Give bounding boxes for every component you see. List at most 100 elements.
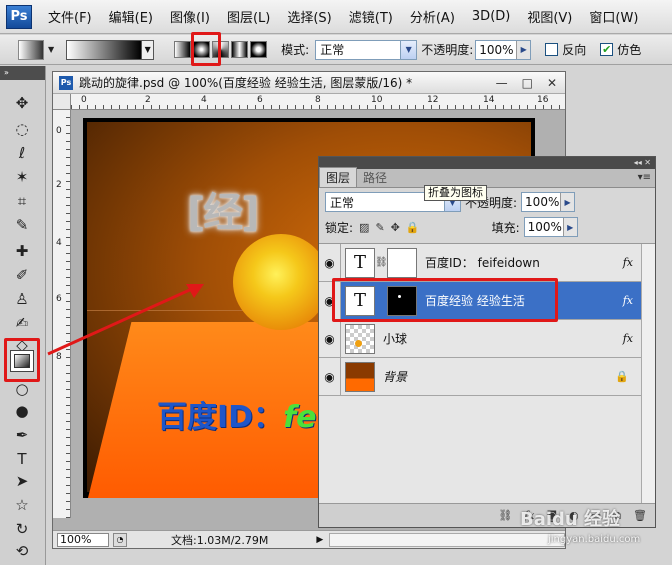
mode-select[interactable]: 正常 ▼ [315,39,418,60]
lock-all-icon[interactable]: 🔒 [406,221,420,234]
visibility-eye-icon[interactable]: ◉ [319,243,341,282]
pen-tool-icon[interactable]: ✒ [10,424,34,446]
angle-gradient-button[interactable] [212,41,230,58]
linear-gradient-button[interactable] [174,41,192,58]
menu-analysis[interactable]: 分析(A) [410,7,455,26]
zoom-input[interactable]: 100% [57,532,109,547]
dodge-tool-icon[interactable]: ● [10,400,34,422]
ruler-left-label: 0 [56,126,62,136]
layer-fx-icon[interactable]: fx [623,256,633,269]
menu-edit[interactable]: 编辑(E) [109,7,153,26]
lasso-tool-icon[interactable]: ℓ [10,142,34,164]
toolbox-collapse-icon[interactable]: » [0,66,45,80]
layer-row[interactable]: ◉ T ⛓ 百度ID： feifeidown fx ▼ [319,243,651,282]
mode-dropdown-icon[interactable]: ▼ [400,40,417,59]
trash-icon[interactable]: 🗑 [633,509,647,522]
document-ps-icon: Ps [59,75,73,90]
gradient-tool-icon[interactable] [10,350,34,372]
fill-input[interactable]: 100% ▶ [523,217,578,237]
menu-select[interactable]: 选择(S) [287,7,331,26]
menu-layer[interactable]: 图层(L) [227,7,270,26]
radial-gradient-button[interactable] [193,41,211,58]
horizontal-scrollbar[interactable] [329,532,565,547]
reflected-gradient-button[interactable] [231,41,249,58]
visibility-eye-icon[interactable]: ◉ [319,319,341,358]
clone-stamp-tool-icon[interactable]: ♙ [10,288,34,310]
menu-3d[interactable]: 3D(D) [472,9,510,24]
status-info-icon[interactable]: ◔ [113,532,127,547]
ruler-top-label: 0 [81,95,87,105]
chain-link-icon[interactable]: ⛓ [375,257,388,268]
lock-image-icon[interactable]: ✎ [375,221,384,234]
reverse-checkbox[interactable] [545,43,559,56]
3d-orbit-tool-icon[interactable]: ⟲ [10,540,34,562]
visibility-eye-icon[interactable]: ◉ [319,357,341,396]
close-icon[interactable]: ✕ [547,76,557,90]
layer-fx-icon[interactable]: fx [623,332,633,345]
layers-vertical-scrollbar[interactable] [641,244,655,506]
maximize-icon[interactable]: □ [522,76,533,90]
menu-view[interactable]: 视图(V) [527,7,572,26]
history-brush-tool-icon[interactable]: ✍ [10,312,34,334]
ruler-left-label: 2 [56,180,62,190]
tool-preset-arrow-icon[interactable]: ▼ [48,45,54,54]
menu-filter[interactable]: 滤镜(T) [349,7,393,26]
move-tool-icon[interactable]: ✥ [10,92,34,114]
layer-mask-thumb[interactable] [387,247,417,278]
link-icon[interactable]: ⛓ [498,509,512,522]
text-layer-thumb: T [345,247,375,278]
mode-label: 模式: [281,43,310,57]
ruler-left-label: 8 [56,352,62,362]
dither-checkbox[interactable]: ✔ [600,43,614,56]
layers-panel: ◂◂ ✕ 图层 路径 ▾≡ 折叠为图标 正常 ▼ 不透明度: 100% ▶ 锁定… [318,156,656,528]
layer-name: 百度ID： feifeidown [425,256,540,270]
dither-label: 仿色 [617,43,642,57]
gradient-picker-dropdown-icon[interactable]: ▼ [142,39,155,60]
photoshop-logo[interactable]: Ps [6,4,32,29]
menu-file[interactable]: 文件(F) [48,7,92,26]
status-menu-arrow-icon[interactable]: ▶ [316,535,323,545]
lock-transparent-icon[interactable]: ▨ [359,221,369,234]
magic-wand-tool-icon[interactable]: ✶ [10,166,34,188]
3d-rotate-tool-icon[interactable]: ↻ [10,518,34,540]
document-title-bar[interactable]: Ps 跳动的旋律.psd @ 100%(百度经验 经验生活, 图层蒙版/16) … [53,72,565,94]
eyedropper-tool-icon[interactable]: ✎ [10,214,34,236]
layer-mask-thumb[interactable] [387,285,417,316]
layer-row-selected[interactable]: ◉ T 百度经验 经验生活 fx ▼ [319,281,651,320]
panel-menu-icon[interactable]: ▾≡ [638,172,651,183]
path-selection-tool-icon[interactable]: ➤ [10,470,34,492]
layer-opacity-input[interactable]: 100% ▶ [521,192,576,212]
diamond-gradient-button[interactable] [250,41,268,58]
ruler-top[interactable]: 0 2 4 6 8 10 12 14 16 [71,94,565,110]
minimize-icon[interactable]: — [496,76,508,90]
tool-preset-picker[interactable] [18,39,44,60]
layer-row[interactable]: ◉ 小球 fx ▼ [319,319,651,358]
fill-arrow-icon[interactable]: ▶ [562,218,577,236]
gradient-picker[interactable] [66,39,143,60]
type-tool-icon[interactable]: T [10,448,34,470]
menu-image[interactable]: 图像(I) [170,7,210,26]
layer-fx-icon[interactable]: fx [623,294,633,307]
layer-opacity-arrow-icon[interactable]: ▶ [560,193,575,211]
opacity-input[interactable]: 100% ▶ [475,39,532,60]
tab-paths[interactable]: 路径 [357,168,393,187]
menu-window[interactable]: 窗口(W) [589,7,638,26]
custom-shape-tool-icon[interactable]: ☆ [10,494,34,516]
layer-name: 百度经验 经验生活 [425,294,525,308]
lock-position-icon[interactable]: ✥ [391,221,400,234]
text-layer-thumb: T [345,285,375,316]
tab-layers[interactable]: 图层 [319,167,358,187]
ruler-top-label: 14 [483,95,495,105]
visibility-eye-icon[interactable]: ◉ [319,281,341,320]
marquee-tool-icon[interactable]: ◌ [10,118,34,140]
menu-bar: Ps 文件(F) 编辑(E) 图像(I) 图层(L) 选择(S) 滤镜(T) 分… [0,0,672,34]
opacity-arrow-icon[interactable]: ▶ [516,40,531,59]
layer-row[interactable]: ◉ 背景 🔒 [319,357,641,396]
brush-tool-icon[interactable]: ✐ [10,264,34,286]
ruler-left[interactable]: 0 2 4 6 8 [53,110,71,518]
window-controls: — □ ✕ [496,76,557,90]
healing-brush-tool-icon[interactable]: ✚ [10,240,34,262]
blur-tool-icon[interactable]: ○ [10,378,34,400]
crop-tool-icon[interactable]: ⌗ [10,190,34,212]
ruler-origin[interactable] [53,94,71,110]
